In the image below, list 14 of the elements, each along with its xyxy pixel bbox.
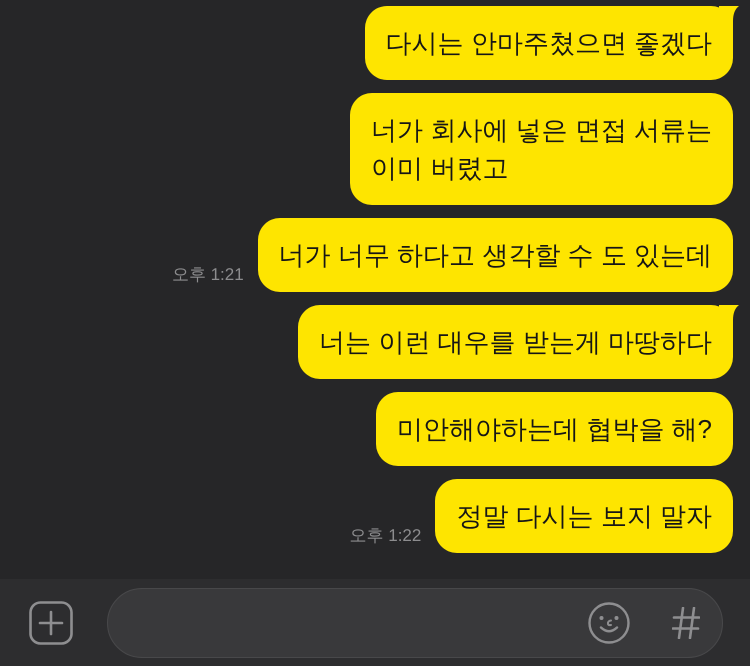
smiley-icon	[588, 602, 630, 644]
message-bubble: 다시는 안마주쳤으면 좋겠다	[364, 6, 733, 80]
message-bubble: 너가 너무 하다고 생각할 수 도 있는데	[258, 218, 733, 292]
plus-icon	[29, 600, 73, 644]
message-bubble: 정말 다시는 보지 말자	[435, 479, 733, 553]
message-bubble: 미안해야하는데 협박을 해?	[376, 392, 733, 466]
timestamp: 오후 1:22	[350, 524, 422, 546]
timestamp: 오후 1:21	[172, 264, 244, 286]
message-bubble: 너가 회사에 넣은 면접 서류는 이미 버렸고	[350, 93, 733, 205]
hash-icon	[672, 606, 700, 638]
message-bubble: 너는 이런 대우를 받는게 마땅하다	[298, 305, 733, 379]
emoji-button[interactable]	[588, 602, 630, 644]
hashtag-button[interactable]	[672, 606, 700, 638]
add-button[interactable]	[29, 600, 73, 644]
